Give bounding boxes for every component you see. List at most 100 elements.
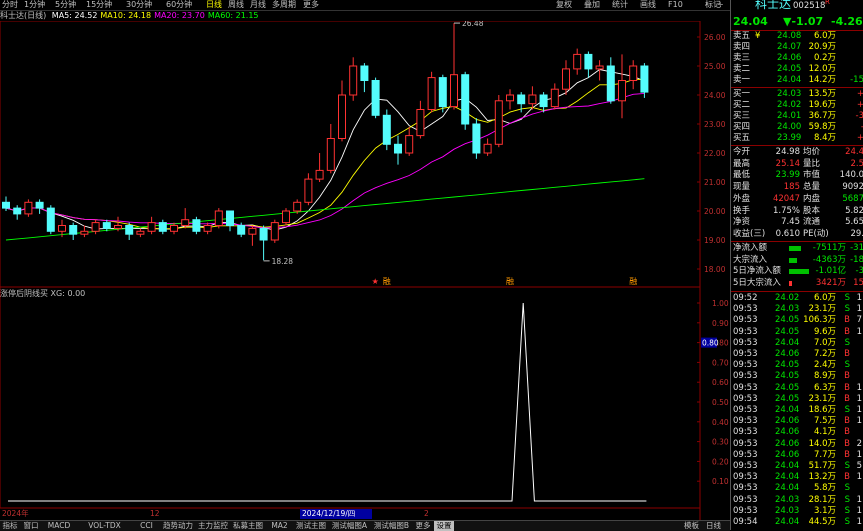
ask-volume: 20.9万 [808, 42, 836, 52]
ask-row[interactable]: 卖三 24.06 0.2万 [731, 53, 863, 64]
candle-body[interactable] [606, 65, 615, 102]
candle-body[interactable] [259, 227, 268, 241]
candle-body[interactable] [136, 230, 145, 235]
candle-body[interactable] [158, 222, 167, 232]
candle-body[interactable] [46, 207, 55, 232]
candle-body[interactable] [147, 222, 156, 232]
period-tab-9[interactable]: 多周期 [272, 0, 296, 10]
candle-body[interactable] [618, 80, 626, 102]
tick-row: 09:53 24.05 9.6万 B 1 [731, 327, 863, 338]
candle-body[interactable] [181, 219, 190, 226]
candle-body[interactable] [35, 201, 44, 209]
candle-body[interactable] [214, 210, 223, 226]
ask-row[interactable]: 卖一 24.04 14.2万 -15 [731, 75, 863, 86]
period-tab-5[interactable]: 60分钟 [166, 0, 192, 10]
candle-body[interactable] [326, 138, 335, 171]
period-tab-8[interactable]: 月线 [250, 0, 266, 10]
quote-panel: 科士达 002518 R 24.04 ▼-1.07 -4.26% 卖五 ¥24.0… [730, 0, 863, 530]
event-marker[interactable]: 融 [506, 276, 514, 286]
minimize-icon[interactable]: - [705, 0, 708, 10]
event-marker[interactable]: ★ [372, 277, 379, 286]
candle-body[interactable] [506, 94, 514, 102]
candle-body[interactable] [584, 53, 593, 70]
candle-body[interactable] [304, 178, 313, 203]
candle-body[interactable] [494, 100, 503, 145]
candle-body[interactable] [472, 123, 481, 154]
candle-body[interactable] [539, 94, 548, 108]
bid-row[interactable]: 买一 24.03 13.5万 + [731, 89, 863, 100]
ask-row[interactable]: 卖四 24.07 20.9万 [731, 42, 863, 53]
candle-body[interactable] [226, 210, 234, 226]
tick-time: 09:53 [733, 360, 758, 371]
candle-body[interactable] [91, 222, 100, 232]
flow-value: -1.01亿 [815, 266, 847, 276]
toolbar-button-1[interactable]: 叠加 [584, 0, 600, 10]
toolbar-button-0[interactable]: 复权 [556, 0, 572, 10]
event-marker[interactable]: 融 [629, 276, 637, 286]
toolbar-button-4[interactable]: F10 [668, 0, 683, 10]
bid-row[interactable]: 买五 23.99 8.4万 + [731, 133, 863, 144]
period-tab-3[interactable]: 15分钟 [86, 0, 112, 10]
candle-body[interactable] [203, 225, 212, 232]
candle-body[interactable] [170, 225, 178, 232]
candle-body[interactable] [483, 143, 492, 154]
event-marker[interactable]: 融 [383, 276, 391, 286]
ask-row[interactable]: 卖二 24.05 12.0万 [731, 64, 863, 75]
candle-body[interactable] [405, 135, 414, 154]
period-tab-4[interactable]: 30分钟 [126, 0, 152, 10]
candle-body[interactable] [394, 143, 402, 154]
bid-extra: + [856, 100, 863, 110]
candle-body[interactable] [282, 210, 290, 224]
period-tab-1[interactable]: 1分钟 [24, 0, 45, 10]
candle-body[interactable] [80, 230, 89, 235]
candle-body[interactable] [2, 201, 10, 209]
candle-body[interactable] [293, 201, 302, 212]
candle-body[interactable] [416, 109, 425, 137]
candle-body[interactable] [517, 94, 526, 105]
bid-row[interactable]: 买三 24.01 36.7万 -3 [731, 111, 863, 122]
candle-body[interactable] [349, 65, 358, 96]
candle-body[interactable] [24, 201, 33, 215]
candle-body[interactable] [360, 65, 369, 81]
split-icon[interactable]: ÷ [717, 0, 724, 10]
candle-body[interactable] [192, 219, 201, 232]
candle-body[interactable] [427, 77, 436, 110]
candle-body[interactable] [125, 225, 134, 235]
candle-body[interactable] [58, 225, 66, 232]
period-tab-6[interactable]: 日线 [206, 0, 222, 10]
candle-body[interactable] [69, 225, 78, 235]
candle-body[interactable] [562, 68, 570, 90]
tick-side: B [844, 416, 850, 427]
candle-body[interactable] [461, 74, 470, 125]
candle-body[interactable] [382, 114, 391, 145]
ask-row[interactable]: 卖五 ¥24.08 6.0万 [731, 31, 863, 42]
tick-side: B [844, 393, 850, 404]
candle-body[interactable] [640, 65, 649, 93]
candle-body[interactable] [114, 225, 122, 229]
candle-body[interactable] [13, 207, 22, 215]
toolbar-button-3[interactable]: 画线 [640, 0, 656, 10]
candle-body[interactable] [550, 88, 559, 108]
period-tab-7[interactable]: 周线 [228, 0, 244, 10]
candle-body[interactable] [315, 169, 324, 180]
candle-body[interactable] [270, 222, 279, 241]
candle-body[interactable] [528, 94, 537, 105]
candle-body[interactable] [438, 77, 447, 108]
candle-body[interactable] [237, 225, 246, 235]
period-tab-2[interactable]: 5分钟 [55, 0, 76, 10]
period-tab-10[interactable]: 更多 [303, 0, 319, 10]
candle-body[interactable] [629, 65, 638, 81]
candle-body[interactable] [450, 74, 458, 108]
candle-body[interactable] [573, 53, 582, 70]
candle-body[interactable] [248, 227, 257, 235]
bid-row[interactable]: 买四24.0059.8万- [731, 122, 863, 133]
toolbar-button-2[interactable]: 统计 [612, 0, 628, 10]
kline-chart[interactable]: 26.0025.0024.0023.0022.0021.0020.0019.00… [0, 21, 730, 520]
candle-body[interactable] [595, 65, 604, 70]
stat-value: 24.98 [775, 147, 800, 157]
period-tab-0[interactable]: 分时 [2, 0, 18, 10]
candle-body[interactable] [371, 80, 380, 116]
candle-body[interactable] [338, 94, 346, 139]
candle-body[interactable] [102, 222, 111, 229]
bid-row[interactable]: 买二 24.02 19.6万 + [731, 100, 863, 111]
